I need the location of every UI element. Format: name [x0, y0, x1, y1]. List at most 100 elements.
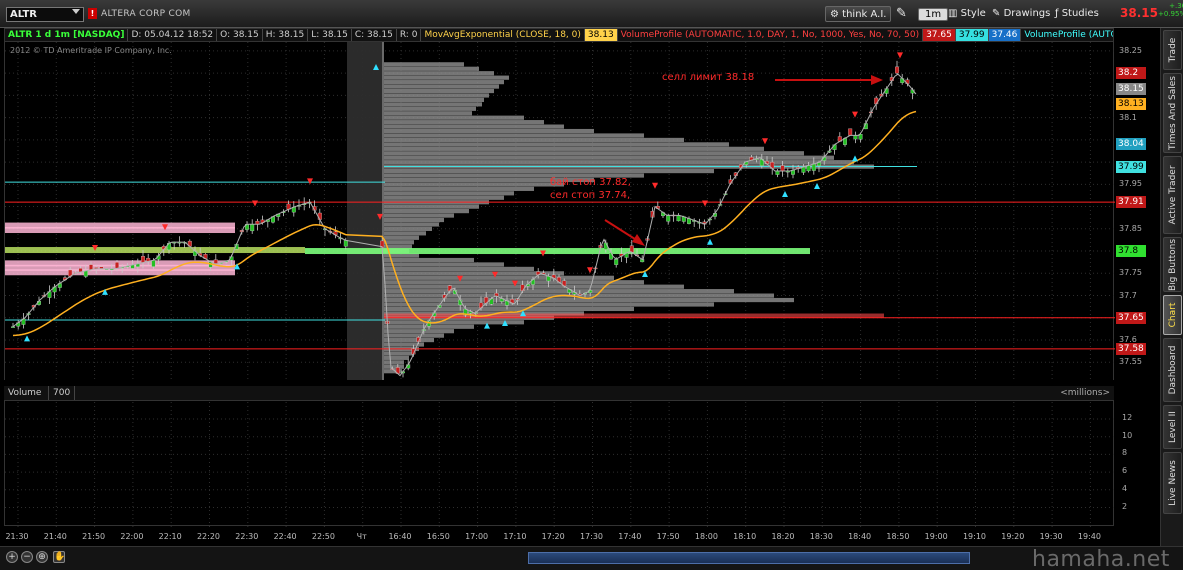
- time-tick-label: 22:40: [273, 532, 297, 541]
- sell-signal-arrow: [762, 138, 768, 145]
- sell-signal-arrow: [307, 178, 313, 185]
- time-tick-label: 17:00: [465, 532, 489, 541]
- price-tick-label: 37.85: [1119, 223, 1142, 233]
- price-axis-label: 38.15: [1116, 82, 1146, 95]
- volume-tick-label: 6: [1122, 466, 1128, 476]
- buy-stop-arrowhead: [632, 234, 645, 246]
- time-tick-label: 17:50: [656, 532, 680, 541]
- side-tab-level-ii[interactable]: Level II: [1163, 405, 1182, 449]
- time-tick-label: 16:50: [426, 532, 450, 541]
- volume-profile-bar: [384, 235, 419, 240]
- volume-profile-bar: [384, 191, 514, 196]
- price-axis-label: 38.04: [1116, 138, 1146, 151]
- volume-profile-bar: [384, 115, 524, 120]
- period-button[interactable]: 1m: [918, 8, 949, 21]
- side-tab-label: Times And Sales: [1167, 76, 1178, 150]
- style-button[interactable]: ▥ Style: [948, 6, 986, 22]
- sell-signal-arrow: [652, 182, 658, 189]
- vp-study-name[interactable]: VolumeProfile (AUTOMATIC, 1.0, DAY, 1, N…: [618, 29, 924, 41]
- studies-button[interactable]: ƒ Studies: [1055, 6, 1099, 22]
- side-tab-live-news[interactable]: Live News: [1163, 452, 1182, 514]
- chart-scrollbar[interactable]: [528, 552, 970, 564]
- side-tab-active-trader[interactable]: Active Trader: [1163, 156, 1182, 234]
- bar-low: L: 38.15: [308, 29, 352, 41]
- vp2-study-name[interactable]: VolumeProfile (AUTOMATIC, 1.0...: [1021, 29, 1113, 41]
- time-tick-label: 21:50: [82, 532, 106, 541]
- chevron-down-icon[interactable]: [72, 9, 80, 14]
- candle-body: [343, 240, 348, 247]
- side-tab-big-buttons[interactable]: Big Buttons: [1163, 237, 1182, 292]
- ma-study-name[interactable]: MovAvgExponential (CLOSE, 18, 0): [421, 29, 585, 41]
- side-tab-times-and-sales[interactable]: Times And Sales: [1163, 73, 1182, 153]
- time-axis: 21:30 21:40 21:50 22:00 22:10 22:20 22:30 22:40…: [4, 530, 1114, 544]
- candle-body: [676, 215, 681, 222]
- time-tick-label: 22:30: [235, 532, 259, 541]
- chart-symbol: ALTR 1 d 1m [NASDAQ]: [5, 29, 129, 41]
- volume-profile-bar: [384, 120, 544, 125]
- time-tick-label: 21:40: [43, 532, 67, 541]
- price-tick-label: 38.25: [1119, 45, 1142, 55]
- buy-stop-arrow: [604, 219, 639, 242]
- side-tab-label: Level II: [1167, 411, 1178, 443]
- volume-pane[interactable]: [4, 386, 1115, 527]
- side-tab-bar: Trade Times And Sales Active Trader Big But…: [1160, 28, 1183, 546]
- volume-profile-bar: [384, 93, 489, 98]
- volume-profile-bar: [384, 275, 614, 280]
- volume-profile-bar: [384, 213, 454, 218]
- time-tick-label: 22:20: [196, 532, 221, 541]
- sell-limit-annotation: селл лимит 38.18: [662, 72, 755, 83]
- time-tick-label: 17:10: [503, 532, 527, 541]
- candle-body: [83, 270, 88, 277]
- volume-profile-bar: [384, 75, 509, 80]
- sell-limit-arrowhead: [871, 75, 883, 85]
- buy-signal-arrow: [852, 155, 858, 162]
- volume-profile-bar: [384, 204, 479, 209]
- price-change: +.36 +0.95%: [1158, 2, 1183, 18]
- price-axis-label: 37.91: [1116, 196, 1146, 209]
- bar-date: D: 05.04.12 18:52: [128, 29, 218, 41]
- side-tab-trade[interactable]: Trade: [1163, 30, 1182, 70]
- think-ai-label: think A.I.: [842, 9, 887, 20]
- volume-label: Volume: [8, 388, 42, 398]
- sell-signal-arrow: [897, 52, 903, 59]
- zoom-out-icon[interactable]: −: [21, 551, 33, 563]
- side-tab-dashboard[interactable]: Dashboard: [1163, 338, 1182, 402]
- candlestick-chart: [5, 42, 1115, 380]
- candle-body: [11, 326, 15, 328]
- hand-icon[interactable]: ✋: [53, 551, 65, 563]
- tools-icon[interactable]: ✎: [896, 6, 907, 22]
- candle-body: [853, 135, 858, 140]
- study-info-bar: ALTR 1 d 1m [NASDAQ] D: 05.04.12 18:52 O: …: [4, 28, 1114, 42]
- pan-icon[interactable]: ⊕: [36, 551, 48, 563]
- volume-profile-bar: [384, 355, 409, 360]
- volume-profile-bar: [384, 80, 504, 85]
- change-abs: +.36: [1169, 2, 1183, 10]
- volume-profile-bar: [384, 71, 494, 76]
- bar-open: O: 38.15: [217, 29, 263, 41]
- price-tick-label: 37.95: [1119, 179, 1142, 189]
- time-tick-label: 19:30: [1039, 532, 1063, 541]
- time-tick-label: 21:30: [5, 532, 29, 541]
- volume-profile-bar: [5, 227, 235, 234]
- candle-body: [115, 262, 119, 269]
- time-tick-label: 18:20: [771, 532, 795, 541]
- side-tab-label: Dashboard: [1167, 345, 1178, 395]
- volume-profile-bar: [384, 333, 444, 338]
- side-tab-chart[interactable]: Chart: [1163, 295, 1182, 335]
- last-price: 38.15: [1120, 6, 1158, 20]
- volume-profile-bar: [384, 257, 474, 263]
- candle-body: [848, 128, 853, 136]
- drawings-button[interactable]: ✎ Drawings: [992, 6, 1050, 22]
- time-tick-label: 22:10: [158, 532, 182, 541]
- volume-profile-bar: [384, 111, 472, 116]
- price-chart[interactable]: [4, 42, 1115, 380]
- volume-value: 700: [48, 386, 76, 400]
- think-ai-button[interactable]: ⚙ think A.I.: [825, 6, 892, 22]
- zoom-in-icon[interactable]: +: [6, 551, 18, 563]
- volume-profile-bar: [384, 146, 764, 151]
- volume-profile-bar: [384, 226, 432, 231]
- session-break-band: [347, 42, 382, 380]
- vp-value-2: 37.99: [955, 29, 989, 41]
- value-area-band: [305, 248, 810, 255]
- buy-signal-arrow: [707, 238, 713, 245]
